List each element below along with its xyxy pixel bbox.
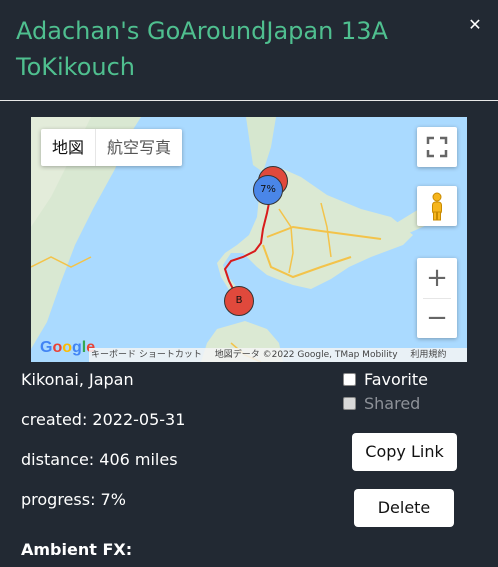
copy-link-button[interactable]: Copy Link [352,433,457,471]
zoom-control: + − [417,258,457,338]
divider [0,100,498,101]
page-title: Adachan's GoAroundJapan 13A ToKikouch [16,17,388,81]
map[interactable]: 7% B 地図 航空写真 + − Google キーボード ショートカット 地図… [31,117,467,362]
favorite-checkbox[interactable] [343,373,356,386]
progress-text: progress: 7% [21,490,126,509]
delete-button[interactable]: Delete [354,489,454,527]
marker-start[interactable]: B [224,286,254,316]
map-attribution: キーボード ショートカット 地図データ ©2022 Google, TMap M… [89,348,467,362]
marker-progress[interactable]: 7% [253,175,283,205]
created-text: created: 2022-05-31 [21,410,186,429]
fullscreen-icon [426,136,448,158]
map-type-satellite-button[interactable]: 航空写真 [96,129,182,166]
google-logo[interactable]: Google [40,339,95,357]
shared-checkbox [343,397,356,410]
close-icon[interactable]: ✕ [466,16,484,34]
shared-option: Shared [343,394,420,413]
zoom-out-button[interactable]: − [417,298,457,338]
shared-label: Shared [364,394,421,413]
zoom-in-button[interactable]: + [417,258,457,298]
ambient-fx-label: Ambient FX: [21,540,133,559]
distance-text: distance: 406 miles [21,450,178,469]
pegman-icon [432,192,442,221]
marker-progress-label: 7% [260,184,276,195]
map-type-map-button[interactable]: 地図 [41,129,95,166]
favorite-label: Favorite [364,370,428,389]
map-type-control: 地図 航空写真 [41,129,183,166]
marker-start-label: B [235,295,243,306]
keyboard-shortcuts-link[interactable]: キーボード ショートカット [91,350,202,360]
favorite-option[interactable]: Favorite [343,370,428,389]
map-data-text: 地図データ ©2022 Google, TMap Mobility [214,350,398,360]
street-view-button[interactable] [417,186,457,226]
fullscreen-button[interactable] [417,127,457,167]
location-text: Kikonai, Japan [21,370,134,389]
terms-link[interactable]: 利用規約 [410,350,446,360]
